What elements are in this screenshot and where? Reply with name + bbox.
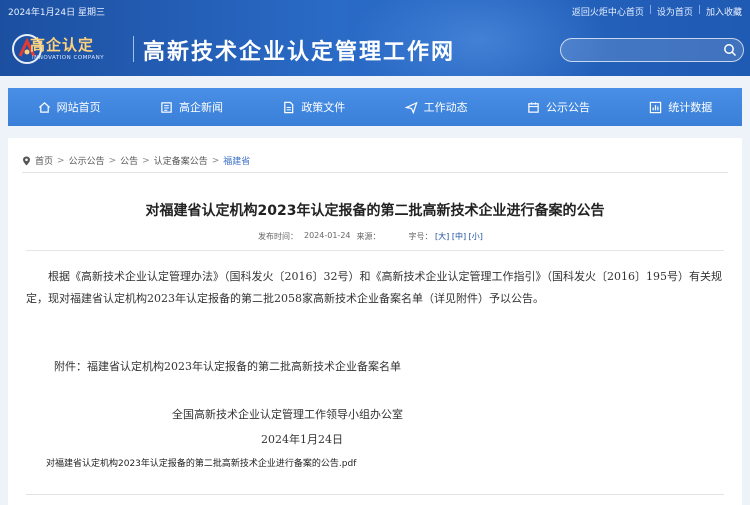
search-input[interactable]: [571, 41, 711, 59]
logo-divider: [133, 36, 134, 62]
article-title: 对福建省认定机构2023年认定报备的第二批高新技术企业进行备案的公告: [145, 203, 605, 219]
nav-label: 统计数据: [668, 101, 713, 114]
breadcrumb-separator: >: [108, 155, 117, 166]
notice-icon: [528, 101, 539, 113]
breadcrumb-home[interactable]: 首页: [35, 154, 53, 167]
site-logo[interactable]: 高企认定 INNOVATION COMPANY: [10, 32, 128, 66]
breadcrumb-separator: >: [142, 155, 150, 166]
search-icon[interactable]: [723, 43, 737, 57]
search-box: [560, 38, 744, 62]
breadcrumb-divider: [22, 172, 728, 173]
nav-label: 工作动态: [423, 101, 468, 114]
nav-item-home[interactable]: 网站首页: [8, 88, 130, 126]
font-size-small[interactable]: [小]: [469, 232, 483, 241]
nav-label: 公示公告: [545, 101, 590, 114]
site-header: 2024年1月24日 星期三 返回火炬中心首页 | 设为首页 | 加入收藏 高企…: [0, 0, 750, 76]
breadcrumb-announcement[interactable]: 公告: [120, 154, 138, 167]
send-icon: [404, 101, 418, 114]
font-size-control: 字号： [大] [中] [小]: [409, 231, 483, 242]
publish-date: 2024-01-24: [304, 231, 351, 240]
nav-label: 网站首页: [56, 101, 101, 114]
meta-divider: [26, 250, 724, 251]
source-label: 来源：: [356, 232, 381, 241]
news-icon: [161, 101, 172, 113]
document-icon: [284, 101, 294, 113]
breadcrumb-notices[interactable]: 公示公告: [69, 154, 105, 167]
breadcrumb-separator: >: [57, 155, 65, 166]
top-bar: 2024年1月24日 星期三 返回火炬中心首页 | 设为首页 | 加入收藏: [8, 4, 742, 20]
attachment-pdf-link[interactable]: 对福建省认定机构2023年认定报备的第二批高新技术企业进行备案的公告.pdf: [46, 456, 356, 469]
location-pin-icon: [23, 156, 30, 165]
logo-subtitle: INNOVATION COMPANY: [32, 55, 105, 61]
chart-icon: [650, 101, 662, 113]
nav-item-notices[interactable]: 公示公告: [497, 88, 619, 126]
breadcrumb: 首页 > 公示公告 > 公告 > 认定备案公告 > 福建省: [22, 154, 250, 167]
back-to-torch-center-link[interactable]: 返回火炬中心首页: [572, 5, 644, 18]
article-meta: 发布时间： 2024-01-24 来源： 字号： [大] [中] [小]: [258, 231, 483, 242]
main-nav: 网站首页 高企新闻 政策文件 工作动态 公示公告 统计数据: [8, 88, 742, 126]
signature-date: 2024年1月24日: [261, 433, 343, 446]
link-separator: |: [697, 5, 701, 15]
signature-organization: 全国高新技术企业认定管理工作领导小组办公室: [172, 408, 403, 421]
top-links: 返回火炬中心首页 | 设为首页 | 加入收藏: [572, 5, 742, 18]
font-size-medium[interactable]: [中]: [452, 232, 466, 241]
nav-item-news[interactable]: 高企新闻: [130, 88, 252, 126]
breadcrumb-filing-notice[interactable]: 认定备案公告: [154, 154, 208, 167]
content-bottom-divider: [26, 494, 724, 495]
publish-label: 发布时间：: [258, 232, 298, 241]
nav-label: 政策文件: [301, 101, 346, 114]
content-panel: 首页 > 公示公告 > 公告 > 认定备案公告 > 福建省 对福建省认定机构20…: [8, 138, 742, 505]
site-title: 高新技术企业认定管理工作网: [143, 39, 456, 65]
nav-item-statistics[interactable]: 统计数据: [620, 88, 742, 126]
nav-label: 高企新闻: [178, 101, 223, 114]
font-size-large[interactable]: [大]: [435, 232, 449, 241]
add-favorite-link[interactable]: 加入收藏: [706, 5, 742, 18]
link-separator: |: [648, 5, 652, 15]
breadcrumb-separator: >: [211, 155, 220, 166]
set-homepage-link[interactable]: 设为首页: [657, 5, 693, 18]
article-paragraph: 根据《高新技术企业认定管理办法》（国科发火〔2016〕32号）和《高新技术企业认…: [26, 270, 722, 305]
font-size-label: 字号：: [408, 232, 433, 241]
attachment-note: 附件：福建省认定机构2023年认定报备的第二批高新技术企业备案名单: [54, 360, 401, 373]
nav-item-policy[interactable]: 政策文件: [253, 88, 375, 126]
breadcrumb-current[interactable]: 福建省: [223, 154, 250, 167]
logo-text: 高企认定: [30, 36, 95, 54]
home-icon: [38, 101, 50, 113]
nav-item-work-news[interactable]: 工作动态: [375, 88, 497, 126]
current-date: 2024年1月24日 星期三: [8, 8, 105, 18]
